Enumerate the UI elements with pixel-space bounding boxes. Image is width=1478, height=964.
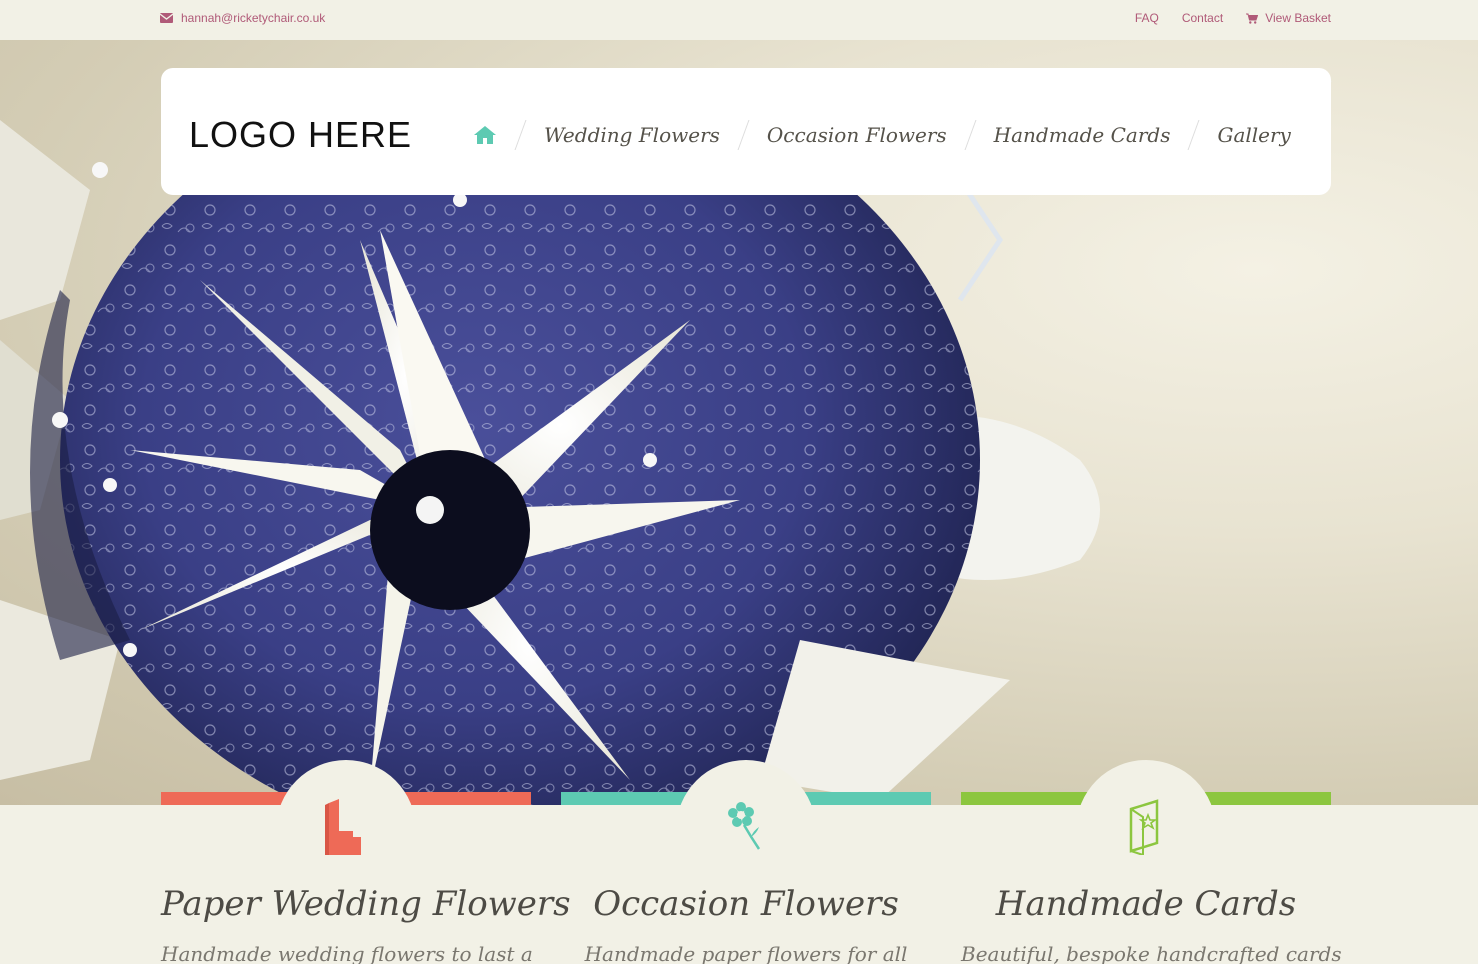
logo[interactable]: LOGO HERE bbox=[189, 114, 412, 156]
nav-wedding-flowers[interactable]: Wedding Flowers bbox=[544, 123, 720, 147]
nav-gallery[interactable]: Gallery bbox=[1217, 123, 1290, 147]
top-links: FAQ Contact View Basket bbox=[1135, 11, 1331, 25]
nav-separator bbox=[964, 120, 977, 150]
envelope-icon bbox=[160, 13, 173, 23]
top-bar: hannah@ricketychair.co.uk FAQ Contact Vi… bbox=[0, 0, 1478, 40]
nav-handmade-cards[interactable]: Handmade Cards bbox=[994, 123, 1171, 147]
contact-link[interactable]: Contact bbox=[1182, 11, 1223, 25]
feature-title: Handmade Cards bbox=[995, 884, 1297, 924]
basket-text: View Basket bbox=[1265, 11, 1331, 25]
feature-title: Occasion Flowers bbox=[593, 884, 899, 924]
feature-description: Handmade paper flowers for all bbox=[584, 942, 908, 964]
nav-occasion-flowers[interactable]: Occasion Flowers bbox=[767, 123, 947, 147]
cart-icon bbox=[1246, 13, 1259, 24]
feature-occasion-flowers[interactable]: Occasion Flowers Handmade paper flowers … bbox=[561, 760, 931, 964]
header-card: LOGO HERE Wedding Flowers Occasion Flowe… bbox=[161, 68, 1331, 195]
contact-email[interactable]: hannah@ricketychair.co.uk bbox=[160, 11, 325, 25]
feature-description: Handmade wedding flowers to last a bbox=[161, 942, 533, 964]
home-link[interactable] bbox=[473, 124, 497, 146]
feature-description: Beautiful, bespoke handcrafted cards bbox=[961, 942, 1342, 964]
view-basket-link[interactable]: View Basket bbox=[1246, 11, 1331, 25]
flower-icon bbox=[728, 802, 761, 850]
nav-separator bbox=[737, 120, 750, 150]
nav-separator bbox=[1188, 120, 1200, 150]
church-icon bbox=[325, 799, 361, 855]
main-nav: Wedding Flowers Occasion Flowers Handmad… bbox=[473, 120, 1291, 150]
home-icon bbox=[474, 126, 496, 144]
feature-wedding-flowers[interactable]: Paper Wedding Flowers Handmade wedding f… bbox=[161, 760, 571, 964]
faq-link[interactable]: FAQ bbox=[1135, 11, 1159, 25]
feature-title: Paper Wedding Flowers bbox=[161, 884, 571, 924]
nav-separator bbox=[514, 120, 527, 150]
card-icon bbox=[1129, 799, 1159, 855]
feature-handmade-cards[interactable]: Handmade Cards Beautiful, bespoke handcr… bbox=[961, 760, 1342, 964]
email-text: hannah@ricketychair.co.uk bbox=[181, 11, 326, 25]
